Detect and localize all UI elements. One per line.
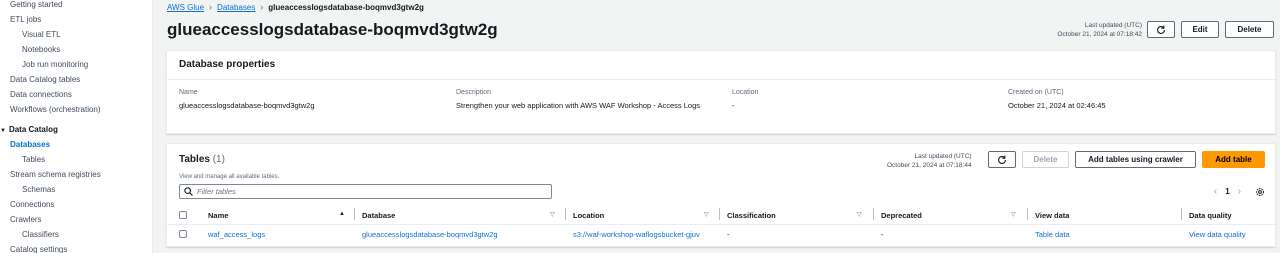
last-updated-time: October 21, 2024 at 07:18:42 xyxy=(1057,31,1142,38)
pagination: ‹ 1 › xyxy=(1214,186,1265,197)
sidebar-item-data-connections[interactable]: Data connections xyxy=(10,90,72,100)
column-divider xyxy=(354,208,355,220)
add-table-button[interactable]: Add table xyxy=(1202,151,1265,168)
sidebar-item-classifiers[interactable]: Classifiers xyxy=(22,230,59,240)
chevron-left-icon[interactable]: ‹ xyxy=(1214,186,1217,197)
sidebar-item-catalog-settings[interactable]: Catalog settings xyxy=(10,245,67,253)
description-value: Strengthen your web application with AWS… xyxy=(456,101,700,110)
divider xyxy=(167,79,1275,80)
column-divider xyxy=(719,208,720,220)
view-data-quality-link[interactable]: View data quality xyxy=(1189,228,1246,240)
sidebar-item-etl-jobs[interactable]: ETL jobs xyxy=(10,15,41,25)
sidebar-item-workflows[interactable]: Workflows (orchestration) xyxy=(10,105,101,115)
last-updated-time: October 21, 2024 at 07:18:44 xyxy=(887,162,972,169)
column-divider xyxy=(1027,208,1028,220)
last-updated-label: Last updated (UTC) xyxy=(914,153,972,160)
breadcrumb-current: glueaccesslogsdatabase-boqmvd3gtw2g xyxy=(268,2,424,12)
column-header-location[interactable]: Location xyxy=(573,208,604,222)
sidebar-item-getting-started[interactable]: Getting started xyxy=(10,0,62,10)
delete-database-button[interactable]: Delete xyxy=(1225,21,1274,38)
chevron-right-icon[interactable]: › xyxy=(1238,186,1241,197)
column-header-data-quality: Data quality xyxy=(1189,210,1232,220)
refresh-icon xyxy=(1157,25,1165,34)
tables-panel: Tables (1) View and manage all available… xyxy=(166,143,1276,247)
refresh-icon xyxy=(998,155,1006,164)
search-icon xyxy=(184,187,193,196)
filter-tables-field[interactable] xyxy=(179,184,552,199)
description-label: Description xyxy=(456,89,492,96)
tables-description: View and manage all available tables. xyxy=(179,174,280,180)
column-divider xyxy=(873,208,874,220)
table-database-link[interactable]: glueaccesslogsdatabase-boqmvd3gtw2g xyxy=(362,228,498,240)
header-last-updated: Last updated (UTC) October 21, 2024 at 0… xyxy=(1057,21,1142,39)
column-header-deprecated[interactable]: Deprecated xyxy=(881,208,922,222)
sort-ascending-icon[interactable]: ▲ xyxy=(339,211,345,217)
sidebar-item-stream-schema-registries[interactable]: Stream schema registries xyxy=(10,170,101,180)
database-properties-title: Database properties xyxy=(179,59,276,70)
breadcrumb: AWS Glue › Databases › glueaccesslogsdat… xyxy=(167,2,424,12)
select-all-checkbox[interactable] xyxy=(179,211,187,219)
sidebar-section-data-catalog[interactable]: ▼ Data Catalog xyxy=(0,125,58,136)
sidebar-item-visual-etl[interactable]: Visual ETL xyxy=(22,30,61,40)
table-data-link[interactable]: Table data xyxy=(1035,228,1070,240)
edit-button[interactable]: Edit xyxy=(1181,21,1219,38)
delete-table-button[interactable]: Delete xyxy=(1022,151,1069,168)
add-tables-using-crawler-button[interactable]: Add tables using crawler xyxy=(1075,151,1196,168)
chevron-right-icon: › xyxy=(209,2,213,12)
sidebar: Getting started ETL jobs Visual ETL Note… xyxy=(0,0,153,253)
sort-icon[interactable]: ▽ xyxy=(857,211,862,218)
column-header-database[interactable]: Database xyxy=(362,208,395,222)
location-label: Location xyxy=(732,89,759,96)
sidebar-item-job-run-monitoring[interactable]: Job run monitoring xyxy=(22,60,88,70)
tables-count: (1) xyxy=(212,154,225,165)
tables-last-updated: Last updated (UTC) October 21, 2024 at 0… xyxy=(887,152,972,170)
sidebar-section-label: Data Catalog xyxy=(8,125,58,134)
divider xyxy=(167,224,1275,225)
refresh-button[interactable] xyxy=(1147,21,1175,38)
filter-tables-input[interactable] xyxy=(197,187,537,196)
page-number[interactable]: 1 xyxy=(1225,187,1229,196)
sidebar-item-tables[interactable]: Tables xyxy=(22,155,45,165)
column-divider xyxy=(1181,208,1182,220)
column-header-classification[interactable]: Classification xyxy=(727,208,776,222)
tables-title-text: Tables xyxy=(179,154,210,165)
database-properties-panel: Database properties Name glueaccesslogsd… xyxy=(166,50,1276,134)
location-value: - xyxy=(732,101,735,110)
gear-icon[interactable] xyxy=(1255,187,1265,197)
sidebar-item-notebooks[interactable]: Notebooks xyxy=(22,45,60,55)
sidebar-item-data-catalog-tables[interactable]: Data Catalog tables xyxy=(10,75,80,85)
column-header-view-data: View data xyxy=(1035,210,1070,220)
tables-title: Tables (1) xyxy=(179,154,225,165)
caret-down-icon: ▼ xyxy=(0,128,6,134)
table-deprecated: - xyxy=(881,229,884,239)
name-value: glueaccesslogsdatabase-boqmvd3gtw2g xyxy=(179,101,315,110)
row-checkbox[interactable] xyxy=(179,230,187,238)
sidebar-item-databases[interactable]: Databases xyxy=(10,140,50,150)
table-classification: - xyxy=(727,229,730,239)
table-location-link[interactable]: s3://waf-workshop-waflogsbucket-gjuv xyxy=(573,228,719,240)
table-name-link[interactable]: waf_access_logs xyxy=(208,228,265,240)
last-updated-label: Last updated (UTC) xyxy=(1084,22,1142,29)
sidebar-item-schemas[interactable]: Schemas xyxy=(22,185,55,195)
created-on-label: Created on (UTC) xyxy=(1008,89,1064,96)
breadcrumb-databases[interactable]: Databases xyxy=(217,3,255,12)
tables-refresh-button[interactable] xyxy=(988,151,1016,168)
sort-icon[interactable]: ▽ xyxy=(1011,211,1016,218)
sort-icon[interactable]: ▽ xyxy=(550,211,555,218)
chevron-right-icon: › xyxy=(260,2,264,12)
column-header-name[interactable]: Name xyxy=(208,208,228,222)
page-title: glueaccesslogsdatabase-boqmvd3gtw2g xyxy=(167,20,498,39)
name-label: Name xyxy=(179,89,198,96)
sidebar-item-crawlers[interactable]: Crawlers xyxy=(10,215,42,225)
sort-icon[interactable]: ▽ xyxy=(704,211,709,218)
column-divider xyxy=(565,208,566,220)
sidebar-item-connections[interactable]: Connections xyxy=(10,200,54,210)
breadcrumb-aws-glue[interactable]: AWS Glue xyxy=(167,3,204,12)
created-on-value: October 21, 2024 at 02:46:45 xyxy=(1008,101,1106,110)
